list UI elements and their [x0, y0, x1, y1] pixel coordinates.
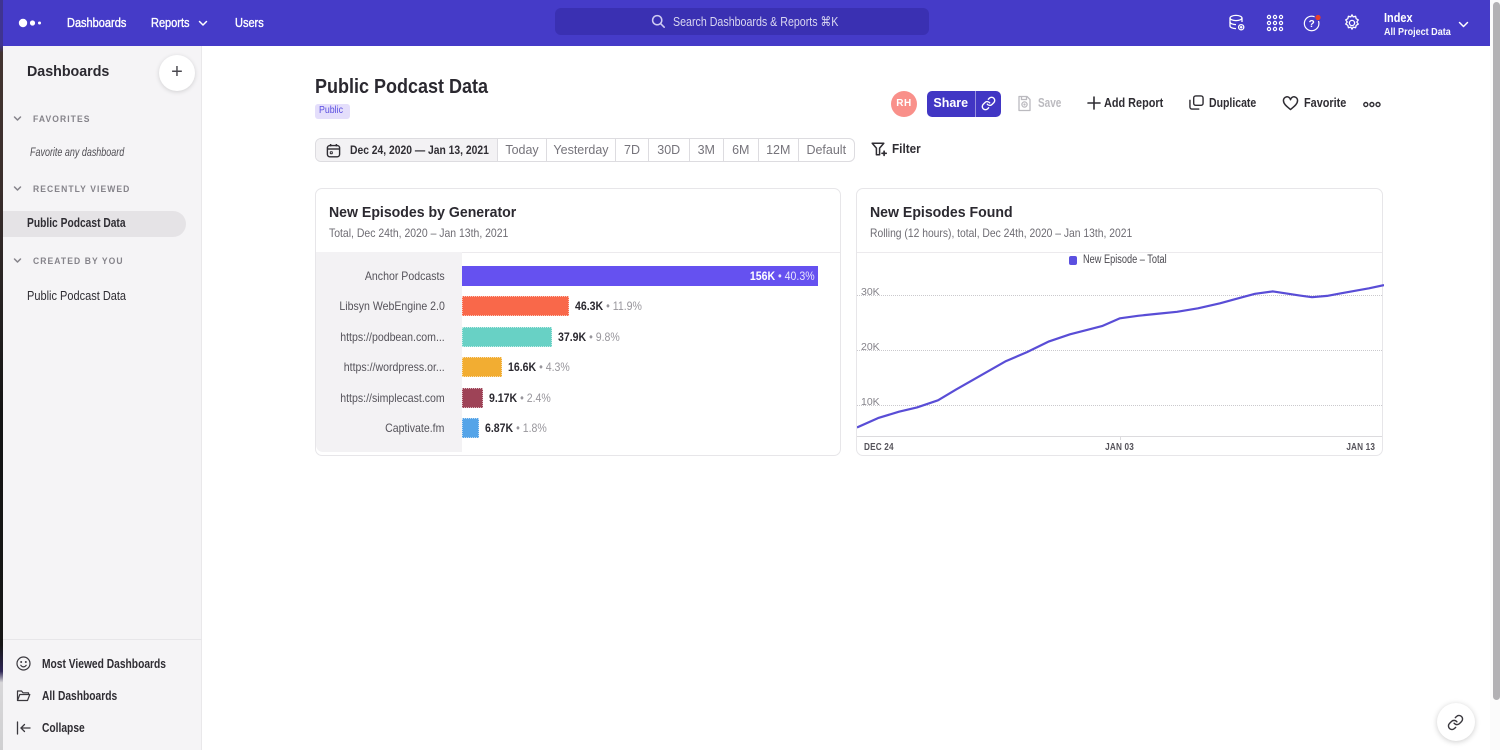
svg-text:?: ? — [1309, 19, 1315, 30]
